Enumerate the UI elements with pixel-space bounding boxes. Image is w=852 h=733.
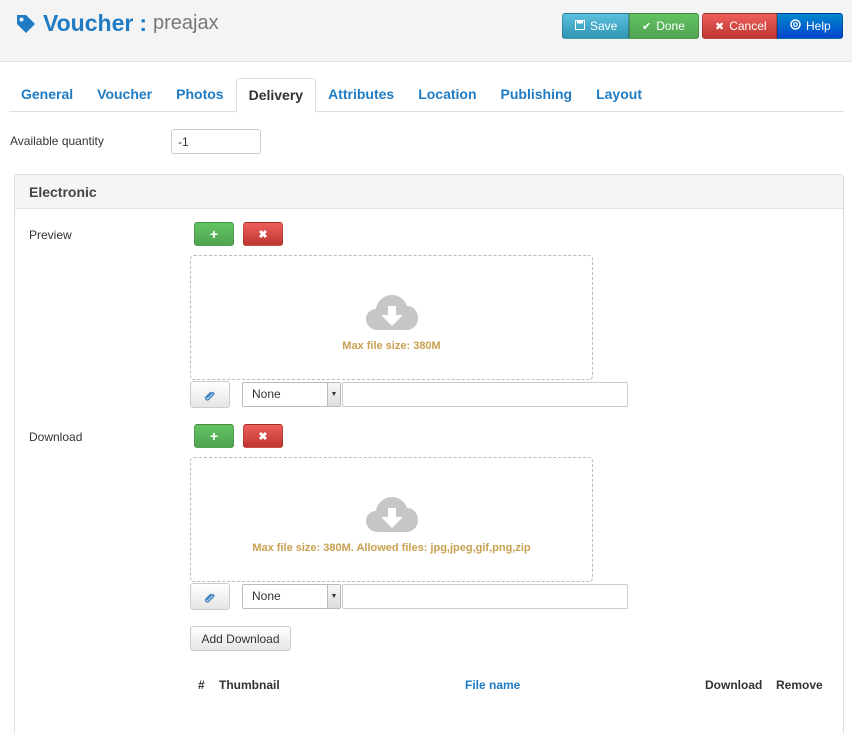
download-dropzone[interactable]: Max file size: 380M. Allowed files: jpg,… (190, 457, 593, 582)
tab-photos[interactable]: Photos (164, 78, 235, 112)
cancel-button[interactable]: ✖ Cancel (702, 13, 777, 39)
tab-delivery[interactable]: Delivery (235, 78, 317, 113)
electronic-title: Electronic (15, 175, 843, 209)
plus-icon: + (209, 428, 219, 444)
save-label: Save (590, 19, 618, 33)
download-text-input[interactable] (342, 584, 628, 609)
help-button[interactable]: Help (777, 13, 843, 39)
download-add-button[interactable]: + (194, 424, 234, 448)
download-drop-message: Max file size: 380M. Allowed files: jpg,… (252, 542, 531, 554)
select-arrow-icon: ▼ (327, 585, 340, 608)
column-header-thumbnail: Thumbnail (219, 678, 280, 692)
done-label: Done (656, 19, 685, 33)
preview-add-button[interactable]: + (194, 222, 234, 246)
paperclip-icon (204, 391, 215, 401)
available-quantity-input[interactable] (171, 129, 261, 154)
tab-publishing[interactable]: Publishing (489, 78, 585, 112)
tab-voucher[interactable]: Voucher (85, 78, 164, 112)
page-title: Voucher : preajax (15, 10, 219, 37)
column-header-file-name[interactable]: File name (465, 678, 520, 692)
tab-location[interactable]: Location (406, 78, 488, 112)
available-quantity-label: Available quantity (10, 134, 104, 148)
preview-select-value: None (252, 387, 281, 401)
toolbar: Save ✔ Done ✖ Cancel Help (562, 13, 843, 39)
title-main: Voucher (43, 10, 134, 36)
title-subtitle: preajax (153, 12, 219, 34)
checkmark-icon: ✔ (642, 20, 652, 33)
download-remove-button[interactable]: ✖ (243, 424, 283, 448)
tag-icon (17, 14, 35, 33)
preview-type-select[interactable]: None ▼ (242, 382, 341, 407)
floppy-disk-icon (575, 19, 585, 33)
preview-label: Preview (29, 228, 72, 242)
cloud-download-icon (366, 497, 418, 532)
preview-text-input[interactable] (342, 382, 628, 407)
preview-remove-button[interactable]: ✖ (243, 222, 283, 246)
download-select-value: None (252, 589, 281, 603)
column-header-remove: Remove (776, 678, 823, 692)
download-attach-button[interactable] (190, 583, 230, 610)
preview-drop-message: Max file size: 380M (342, 340, 441, 352)
cloud-download-icon (366, 295, 418, 330)
close-icon: ✖ (258, 430, 268, 443)
done-button[interactable]: ✔ Done (629, 13, 699, 39)
column-header-download: Download (705, 678, 763, 692)
download-label: Download (29, 430, 83, 444)
close-icon: ✖ (715, 20, 725, 33)
save-button[interactable]: Save (562, 13, 629, 39)
title-separator: : (139, 10, 147, 36)
select-arrow-icon: ▼ (327, 383, 340, 406)
lifebuoy-icon (790, 19, 801, 33)
tab-bar: General Voucher Photos Delivery Attribut… (9, 78, 844, 113)
help-label: Help (806, 19, 831, 33)
add-download-button[interactable]: Add Download (190, 626, 291, 651)
preview-dropzone[interactable]: Max file size: 380M (190, 255, 593, 380)
tab-general[interactable]: General (9, 78, 85, 112)
download-type-select[interactable]: None ▼ (242, 584, 341, 609)
tab-attributes[interactable]: Attributes (316, 78, 406, 112)
tab-layout[interactable]: Layout (584, 78, 654, 112)
column-header-number: # (198, 678, 205, 692)
page-header: Voucher : preajax Save ✔ Done ✖ Cancel H… (0, 0, 852, 62)
preview-attach-button[interactable] (190, 381, 230, 408)
paperclip-icon (204, 593, 215, 603)
cancel-label: Cancel (729, 19, 767, 33)
close-icon: ✖ (258, 228, 268, 241)
plus-icon: + (209, 226, 219, 242)
